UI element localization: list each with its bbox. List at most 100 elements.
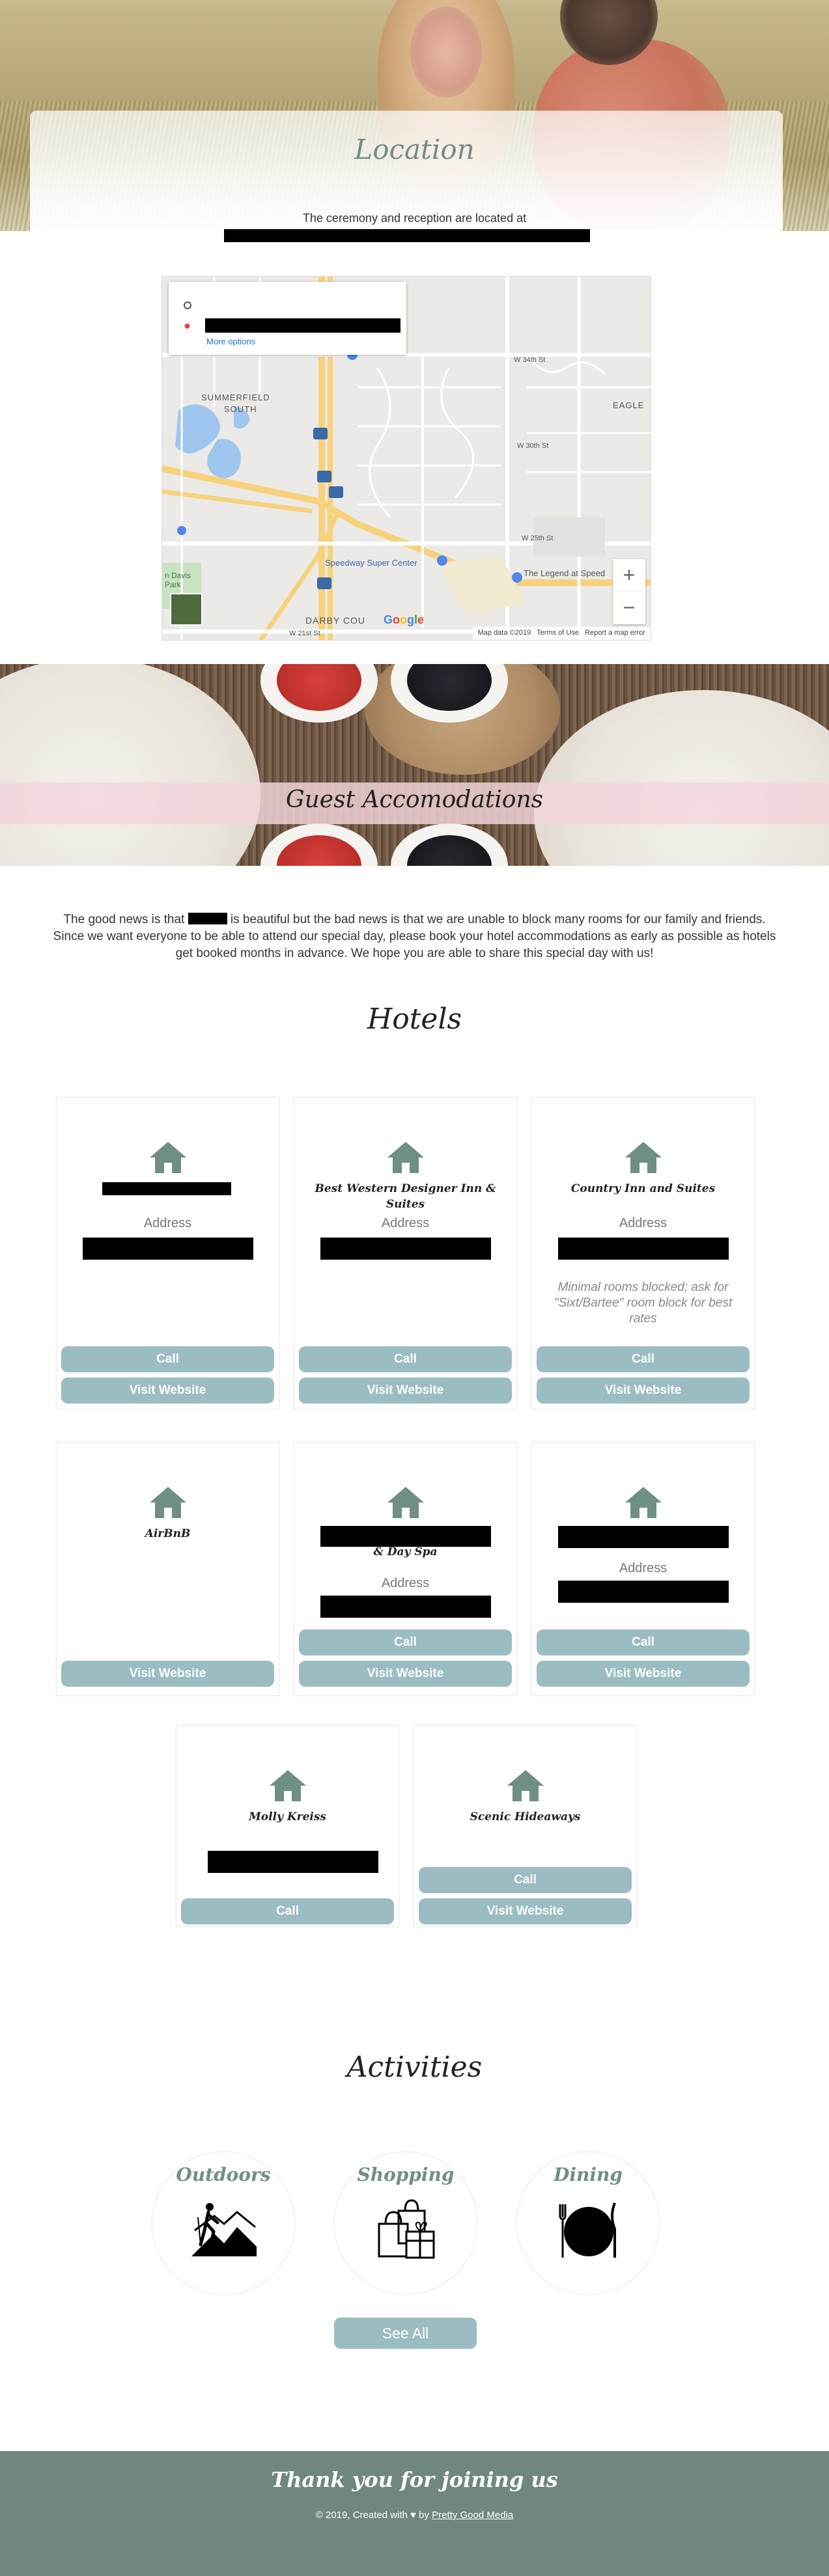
map-label-summerfield: SUMMERFIELD — [201, 393, 270, 402]
hotel-name-line2: & Day Spa — [373, 1545, 438, 1558]
redacted-location — [188, 913, 227, 924]
hotel-address-label: Address — [619, 1216, 667, 1230]
call-button[interactable]: Call — [299, 1629, 512, 1655]
hotel-address-label: Address — [381, 1216, 430, 1230]
house-icon — [57, 1139, 279, 1179]
house-icon — [294, 1139, 516, 1179]
activity-dining[interactable]: Dining — [516, 2152, 660, 2295]
map-label-25th: W 25th St — [522, 534, 554, 542]
bowl-strawberries — [260, 664, 378, 723]
call-button[interactable]: Call — [61, 1346, 274, 1372]
redacted-hotel-phone — [320, 1596, 491, 1618]
hotel-name: Best Western Designer Inn & Suites — [315, 1182, 496, 1211]
hotel-card: Molly Kreiss Call — [176, 1725, 399, 1927]
hotel-name: Molly Kreiss — [248, 1810, 327, 1823]
origin-dot-icon — [184, 301, 191, 309]
house-icon — [414, 1767, 636, 1807]
map-label-south: SOUTH — [224, 404, 257, 414]
more-options-link[interactable]: More options — [206, 337, 255, 346]
plate-right — [534, 690, 829, 866]
hotels-title: Hotels — [367, 1003, 462, 1036]
hotel-name: Scenic Hideaways — [470, 1810, 581, 1823]
activity-shopping[interactable]: Shopping — [334, 2152, 477, 2295]
map-label-speedway: Speedway Super Center — [325, 558, 417, 568]
call-button[interactable]: Call — [419, 1867, 632, 1893]
hotel-card: & Day Spa Address Call Visit Website — [294, 1442, 517, 1696]
hotel-card: Country Inn and Suites Address Minimal r… — [531, 1097, 755, 1409]
footer-credit: © 2019, Created with ♥ by Pretty Good Me… — [0, 2510, 829, 2521]
terms-link[interactable]: Terms of Use — [537, 629, 579, 637]
visit-website-button[interactable]: Visit Website — [61, 1378, 274, 1404]
google-logo: Google — [384, 613, 425, 626]
visit-website-button[interactable]: Visit Website — [537, 1661, 750, 1687]
google-map[interactable]: SUMMERFIELD SOUTH EAGLE DARBY COU W 34th… — [162, 276, 651, 641]
map-label-34th: W 34th St — [514, 356, 546, 364]
map-pin-icon: ● — [184, 319, 191, 332]
guest-accommodations-title: Guest Accomodations — [285, 786, 544, 813]
bowl-blackberries-2 — [391, 824, 508, 866]
house-icon — [57, 1484, 279, 1524]
location-title: Location — [354, 133, 475, 165]
hotel-name: AirBnB — [145, 1527, 191, 1540]
redacted-hotel-phone — [320, 1238, 491, 1260]
visit-website-button[interactable]: Visit Website — [299, 1661, 512, 1687]
activity-label: Shopping — [357, 2164, 455, 2185]
satellite-toggle[interactable] — [170, 593, 203, 626]
activity-outdoors[interactable]: Outdoors — [152, 2152, 295, 2295]
hotel-card: Address Call Visit Website — [56, 1097, 279, 1409]
hiker-icon — [191, 2203, 257, 2256]
map-label-eagle: EAGLE — [613, 400, 645, 410]
redacted-contact — [208, 1851, 378, 1873]
house-icon — [294, 1484, 516, 1524]
credit-text: © 2019, Created with ♥ by — [315, 2510, 429, 2521]
activity-label: Outdoors — [176, 2164, 271, 2185]
plate-left — [0, 664, 260, 866]
shopping-bags-icon — [378, 2199, 435, 2259]
call-button[interactable]: Call — [181, 1898, 394, 1924]
redacted-hotel-phone — [558, 1581, 729, 1603]
see-all-button[interactable]: See All — [334, 2318, 477, 2349]
location-text: The ceremony and reception are located a… — [302, 212, 527, 225]
redacted-venue-address — [224, 229, 590, 242]
call-button[interactable]: Call — [537, 1346, 750, 1372]
room-block-note: Minimal rooms blocked; ask for "Sixt/Bar… — [554, 1281, 733, 1325]
footer-thanks: Thank you for joining us — [271, 2467, 558, 2492]
call-button[interactable]: Call — [537, 1629, 750, 1655]
accommodations-intro: The good news is that is beautiful but t… — [52, 911, 777, 962]
pretty-good-media-link[interactable]: Pretty Good Media — [432, 2510, 513, 2521]
redacted-hotel-name — [558, 1526, 729, 1548]
bowl-strawberries-2 — [260, 824, 378, 866]
map-data-text: Map data ©2019 — [477, 629, 531, 637]
house-icon — [176, 1767, 399, 1807]
map-label-21st: W 21st St — [289, 630, 320, 637]
hotel-card: Address Call Visit Website — [531, 1442, 755, 1696]
intro-before: The good news is that — [63, 913, 185, 926]
guest-banner-photo: Guest Accomodations — [0, 664, 829, 866]
house-icon — [532, 1139, 754, 1179]
map-label-legend: The Legend at Speed — [524, 568, 606, 578]
map-label-park: Park — [165, 580, 181, 589]
zoom-in-button[interactable]: + — [613, 559, 645, 592]
hotel-card: Best Western Designer Inn & Suites Addre… — [294, 1097, 517, 1409]
redacted-hotel-name — [102, 1182, 231, 1195]
report-error-link[interactable]: Report a map error — [585, 629, 645, 637]
map-label-darby: DARBY COU — [305, 615, 365, 626]
visit-website-button[interactable]: Visit Website — [61, 1661, 274, 1687]
visit-website-button[interactable]: Visit Website — [537, 1378, 750, 1404]
redacted-hotel-phone — [83, 1238, 253, 1260]
map-info-window: ● More options — [169, 282, 406, 355]
house-icon — [532, 1484, 754, 1524]
woman-face — [410, 7, 482, 98]
map-label-30th: W 30th St — [517, 442, 549, 450]
hotel-name: Country Inn and Suites — [570, 1182, 716, 1195]
redacted-venue-name — [205, 318, 400, 333]
map-footer: Map data ©2019 Terms of Use Report a map… — [472, 627, 651, 640]
map-label-davis: n Davis — [165, 571, 191, 580]
call-button[interactable]: Call — [299, 1346, 512, 1372]
redacted-hotel-phone — [558, 1238, 729, 1260]
visit-website-button[interactable]: Visit Website — [419, 1898, 632, 1924]
visit-website-button[interactable]: Visit Website — [299, 1378, 512, 1404]
activities-title: Activities — [346, 2051, 483, 2084]
hotel-card: Scenic Hideaways Call Visit Website — [414, 1725, 637, 1927]
zoom-out-button[interactable]: − — [613, 592, 645, 624]
